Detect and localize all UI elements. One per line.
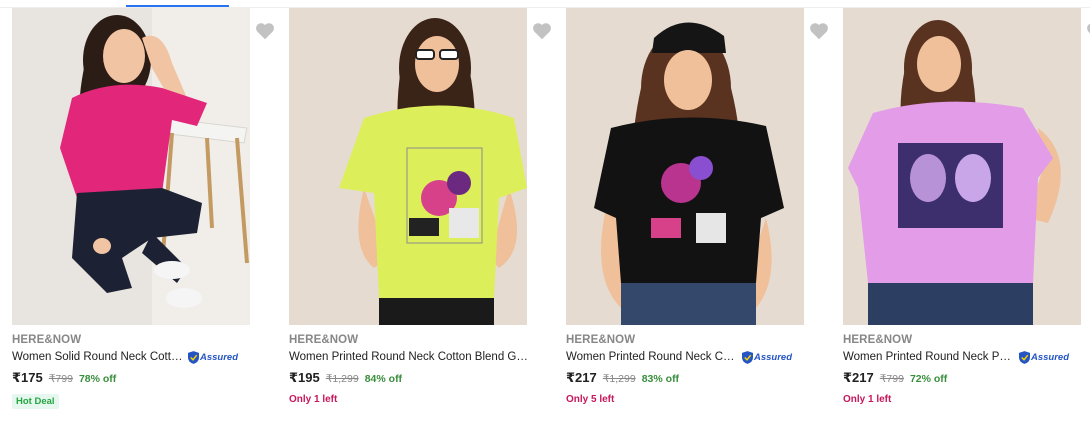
selling-price: ₹217: [843, 370, 874, 385]
product-title[interactable]: Women Printed Round Neck Pure Cotton T-s…: [843, 351, 1015, 363]
product-title[interactable]: Women Printed Round Neck Cotton T-shirt: [566, 351, 738, 363]
product-image[interactable]: [12, 8, 250, 325]
wishlist-heart-icon[interactable]: [1085, 20, 1090, 42]
product-brand: HERE&NOW: [843, 334, 913, 346]
active-tab-indicator: [126, 5, 229, 7]
wishlist-heart-icon[interactable]: [531, 20, 553, 42]
product-card[interactable]: HERE&NOW Women Solid Round Neck Cotton T…: [12, 8, 274, 421]
assured-shield-icon: [1019, 350, 1030, 364]
assured-shield-icon: [188, 350, 199, 364]
discount-percent: 83% off: [641, 373, 680, 385]
assured-label: Assured: [200, 351, 239, 363]
assured-shield-icon: [742, 350, 753, 364]
product-brand: HERE&NOW: [289, 334, 359, 346]
product-image[interactable]: [843, 8, 1081, 325]
stock-status: Only 1 left: [289, 394, 338, 405]
discount-percent: 84% off: [364, 373, 403, 385]
original-price: ₹799: [879, 373, 904, 385]
selling-price: ₹195: [289, 370, 320, 385]
product-image[interactable]: [289, 8, 527, 325]
assured-badge: Assured: [1019, 350, 1069, 364]
wishlist-heart-icon[interactable]: [808, 20, 830, 42]
hot-deal-tag: Hot Deal: [12, 394, 59, 409]
discount-percent: 78% off: [78, 373, 117, 385]
wishlist-heart-icon[interactable]: [254, 20, 276, 42]
discount-percent: 72% off: [909, 373, 948, 385]
product-image[interactable]: [566, 8, 804, 325]
product-brand: HERE&NOW: [566, 334, 636, 346]
original-price: ₹1,299: [325, 373, 359, 385]
original-price: ₹1,299: [602, 373, 636, 385]
original-price: ₹799: [48, 373, 73, 385]
product-title[interactable]: Women Printed Round Neck Cotton Blend Gr…: [289, 351, 529, 363]
assured-badge: Assured: [188, 350, 238, 364]
selling-price: ₹217: [566, 370, 597, 385]
stock-status: Only 1 left: [843, 394, 892, 405]
product-brand: HERE&NOW: [12, 334, 82, 346]
assured-label: Assured: [754, 351, 793, 363]
product-card[interactable]: HERE&NOW Women Printed Round Neck Cotton…: [566, 8, 828, 421]
product-card[interactable]: HERE&NOW Women Printed Round Neck Pure C…: [843, 8, 1090, 421]
stock-status: Only 5 left: [566, 394, 615, 405]
selling-price: ₹175: [12, 370, 43, 385]
assured-badge: Assured: [742, 350, 792, 364]
assured-label: Assured: [1031, 351, 1070, 363]
product-card[interactable]: HERE&NOW Women Printed Round Neck Cotton…: [289, 8, 551, 421]
product-title[interactable]: Women Solid Round Neck Cotton Top: [12, 351, 184, 363]
